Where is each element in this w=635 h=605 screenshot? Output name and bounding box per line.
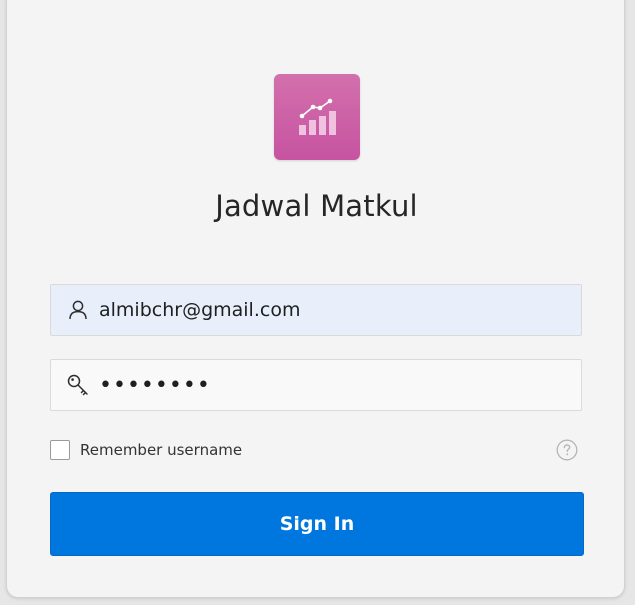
remember-label: Remember username	[80, 441, 243, 459]
password-field[interactable]	[50, 359, 582, 411]
user-icon	[69, 300, 87, 320]
username-field[interactable]	[50, 284, 582, 336]
key-icon	[67, 374, 88, 396]
remember-checkbox[interactable]	[50, 440, 70, 460]
app-logo	[274, 74, 360, 160]
help-icon[interactable]	[556, 439, 578, 461]
app-title: Jadwal Matkul	[215, 189, 418, 223]
username-input[interactable]	[99, 285, 569, 335]
password-input[interactable]	[99, 360, 569, 410]
login-card: Jadwal Matkul Remember username Sign In	[6, 0, 625, 598]
chart-growth-icon	[299, 98, 336, 135]
sign-in-button[interactable]: Sign In	[50, 492, 584, 556]
